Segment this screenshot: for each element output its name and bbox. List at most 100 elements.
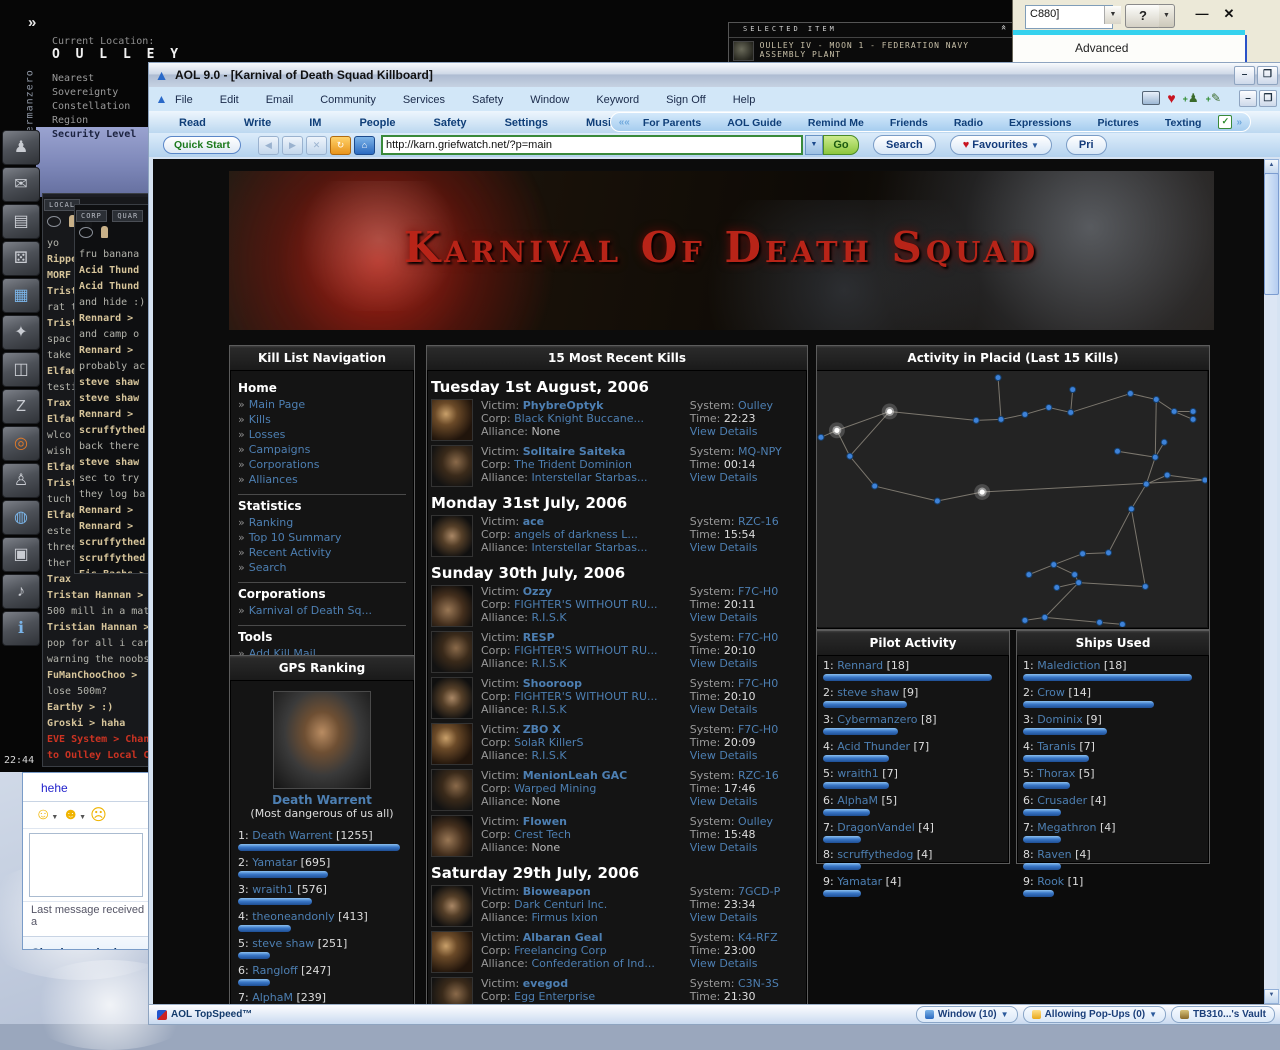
rank-link-malediction[interactable]: Malediction [1037, 659, 1100, 672]
nav-link-main-page[interactable]: Main Page [249, 398, 305, 411]
print-button[interactable]: Pri [1065, 135, 1107, 155]
selected-item-thumbnail[interactable] [733, 41, 754, 61]
maximize-button[interactable]: ❐ [1257, 66, 1278, 85]
corp-link-egg-enterprise[interactable]: Egg Enterprise [514, 990, 595, 1003]
corp-link-dark-centuri-inc[interactable]: Dark Centuri Inc. [514, 898, 607, 911]
corp-link-angels-of-darkness-l[interactable]: angels of darkness L... [514, 528, 638, 541]
eve-info-icon[interactable]: ℹ [2, 611, 40, 646]
menu-edit[interactable]: Edit [220, 94, 239, 106]
scroll-down-icon[interactable]: ▼ [1264, 989, 1279, 1004]
corp-link-black-knight-buccane[interactable]: Black Knight Buccane... [514, 412, 644, 425]
menu-community[interactable]: Community [320, 94, 376, 106]
toolbar-for-parents[interactable]: For Parents [643, 117, 701, 129]
ship-thumbnail[interactable] [431, 769, 473, 811]
toolbar-write[interactable]: Write [244, 117, 271, 129]
system-link-mq-npy[interactable]: MQ-NPY [738, 445, 782, 458]
alliance-link-r-i-s-k[interactable]: R.I.S.K [531, 657, 566, 670]
menu-safety[interactable]: Safety [472, 94, 503, 106]
victim-link-solitaire-saiteka[interactable]: Solitaire Saiteka [523, 445, 626, 458]
victim-link-zbo-x[interactable]: ZBO X [523, 723, 561, 736]
rank-link-yamatar[interactable]: Yamatar [252, 856, 297, 869]
nav-link-recent-activity[interactable]: Recent Activity [249, 546, 332, 559]
toolbar-people[interactable]: People [359, 117, 395, 129]
close-button[interactable]: ✕ [1218, 6, 1240, 24]
wink-emoticon[interactable]: ☻ [62, 806, 79, 823]
rank-link-rangloff[interactable]: Rangloff [252, 964, 297, 977]
popups-button[interactable]: Allowing Pop-Ups (0) ▼ [1022, 1006, 1167, 1023]
corp-link-warped-mining[interactable]: Warped Mining [514, 782, 596, 795]
collapse-icon[interactable]: « [998, 25, 1008, 33]
corp-link-solar-killers[interactable]: SolaR KillerS [514, 736, 583, 749]
system-link-rzc-16[interactable]: RZC-16 [738, 515, 779, 528]
address-input[interactable] [381, 135, 803, 155]
view-details-link[interactable]: View Details [690, 541, 758, 554]
back-button[interactable]: ◀ [258, 135, 279, 155]
title-bar[interactable]: ▲ AOL 9.0 - [Karnival of Death Squad Kil… [149, 63, 1280, 88]
corp-link-fighter-s-without-ru[interactable]: FIGHTER'S WITHOUT RU... [514, 690, 657, 703]
alliance-link-r-i-s-k[interactable]: R.I.S.K [531, 611, 566, 624]
favourites-heart-icon[interactable]: ♥ [1167, 90, 1175, 106]
ship-thumbnail[interactable] [431, 885, 473, 927]
system-link-f7c-h0[interactable]: F7C-H0 [738, 723, 778, 736]
rank-link-raven[interactable]: Raven [1037, 848, 1071, 861]
rank-link-dragonvandel[interactable]: DragonVandel [837, 821, 915, 834]
victim-link-bioweapon[interactable]: Bioweapon [523, 885, 591, 898]
eve-notepad-icon[interactable]: ▤ [2, 204, 40, 239]
ship-thumbnail[interactable] [431, 585, 473, 627]
view-details-link[interactable]: View Details [690, 471, 758, 484]
eve-info-security-level[interactable]: Security Level [52, 128, 148, 142]
scroll-left-chevrons-icon[interactable]: «« [619, 117, 630, 128]
eve-info-nearest[interactable]: Nearest [52, 72, 148, 86]
victim-link-phybreoptyk[interactable]: PhybreOptyk [523, 399, 604, 412]
rank-link-steve-shaw[interactable]: steve shaw [252, 937, 314, 950]
ship-thumbnail[interactable] [431, 631, 473, 673]
system-link-f7c-h0[interactable]: F7C-H0 [738, 631, 778, 644]
eve-wallet-icon[interactable]: Z [2, 389, 40, 424]
eve-character-icon[interactable]: ♟ [2, 130, 40, 165]
rank-link-cybermanzero[interactable]: Cybermanzero [837, 713, 917, 726]
toolbar-remind-me[interactable]: Remind Me [808, 117, 864, 129]
nav-link-losses[interactable]: Losses [249, 428, 286, 441]
go-button[interactable]: Go [823, 135, 859, 155]
eve-location-value[interactable]: O U L L E Y [52, 47, 182, 62]
rank-link-taranis[interactable]: Taranis [1037, 740, 1076, 753]
victim-link-menionleah-gac[interactable]: MenionLeah GAC [523, 769, 628, 782]
menu-email[interactable]: Email [266, 94, 294, 106]
system-link-k4-rfz[interactable]: K4-RFZ [738, 931, 778, 944]
caret-down-icon[interactable]: ▼ [51, 814, 58, 821]
toolbar-expressions[interactable]: Expressions [1009, 117, 1071, 129]
view-details-link[interactable]: View Details [690, 611, 758, 624]
nav-link-kills[interactable]: Kills [249, 413, 271, 426]
system-link-c3n-3s[interactable]: C3N-3S [738, 977, 779, 990]
toolbar-friends[interactable]: Friends [890, 117, 928, 129]
nav-link-karnival-of-death-sq[interactable]: Karnival of Death Sq... [249, 604, 372, 617]
dialog-dropdown[interactable]: C880] ▼ [1025, 5, 1121, 29]
minimize-button[interactable]: – [1234, 66, 1255, 85]
view-details-link[interactable]: View Details [690, 425, 758, 438]
system-link-oulley[interactable]: Oulley [738, 399, 773, 412]
view-details-link[interactable]: View Details [690, 703, 758, 716]
quarn-chat-tab[interactable]: QUAR [112, 210, 144, 222]
victim-link-evegod[interactable]: evegod [523, 977, 568, 990]
quick-start-button[interactable]: Quick Start [163, 136, 241, 154]
eve-mail-icon[interactable]: ✉ [2, 167, 40, 202]
rank-link-dominix[interactable]: Dominix [1037, 713, 1083, 726]
eve-expand-chevrons-icon[interactable]: » [28, 14, 36, 31]
rank-link-thorax[interactable]: Thorax [1037, 767, 1075, 780]
dropdown-arrow-icon[interactable]: ▼ [1104, 6, 1121, 24]
top-pilot-link[interactable]: Death Warrent [272, 793, 372, 807]
eve-news-icon[interactable]: ▣ [2, 537, 40, 572]
alliance-link-r-i-s-k[interactable]: R.I.S.K [531, 749, 566, 762]
eve-market-icon[interactable]: ▦ [2, 278, 40, 313]
caret-down-icon[interactable]: ▼ [79, 814, 86, 821]
reload-button[interactable]: ↻ [330, 135, 351, 155]
im-message-input[interactable] [29, 833, 143, 897]
help-dropdown-icon[interactable]: ▼ [1159, 4, 1175, 28]
eve-map-icon[interactable]: ◍ [2, 500, 40, 535]
rank-link-alpham[interactable]: AlphaM [837, 794, 878, 807]
scrollbar-thumb[interactable] [1264, 173, 1279, 295]
view-details-link[interactable]: View Details [690, 657, 758, 670]
menu-sign-off[interactable]: Sign Off [666, 94, 706, 106]
ship-thumbnail[interactable] [431, 815, 473, 857]
child-minimize-button[interactable]: – [1239, 90, 1257, 107]
